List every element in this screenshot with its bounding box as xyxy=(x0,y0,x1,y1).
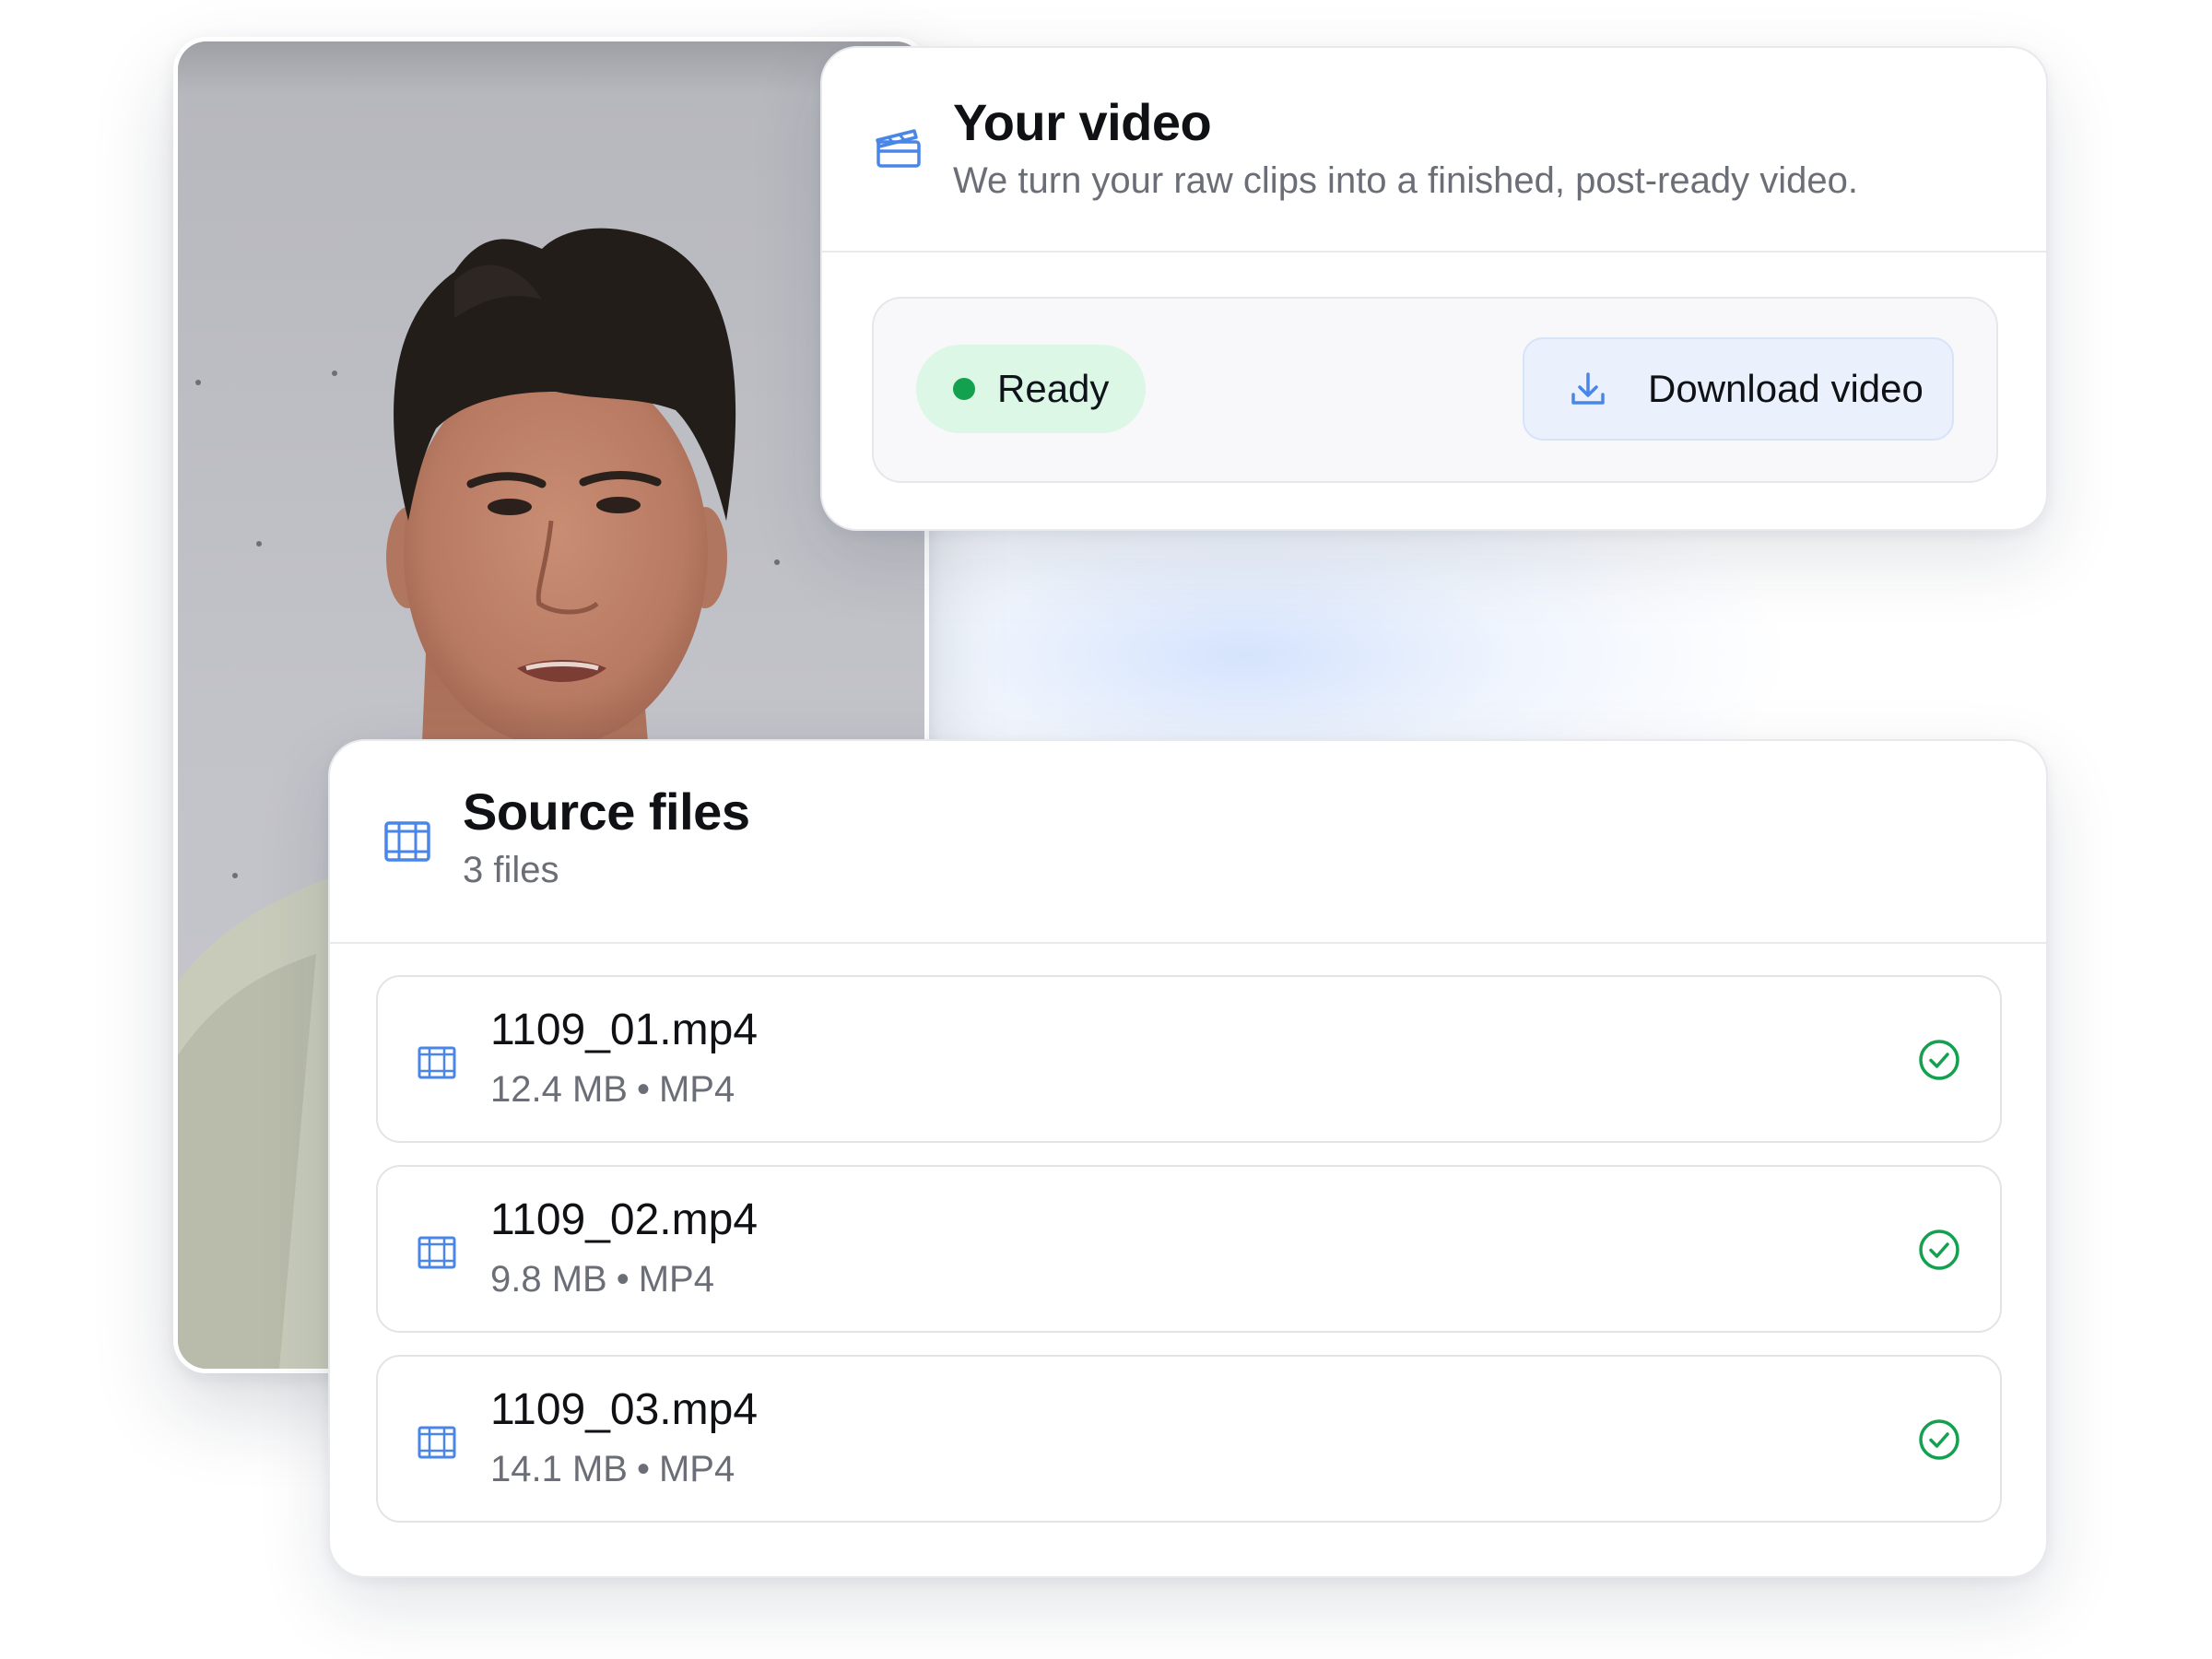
file-list: 1109_01.mp4 12.4 MB • MP4 1109_02.mp4 9.… xyxy=(376,975,2002,1545)
film-icon xyxy=(418,1046,456,1079)
file-format: MP4 xyxy=(658,1449,735,1489)
file-name: 1109_02.mp4 xyxy=(490,1195,759,1244)
source-files-card: Source files 3 files 1109_01.mp4 12.4 MB… xyxy=(328,739,2048,1578)
file-name: 1109_03.mp4 xyxy=(490,1385,759,1434)
download-video-label: Download video xyxy=(1648,367,1924,410)
video-status-panel: Ready Download video xyxy=(872,297,1998,483)
your-video-title: Your video xyxy=(953,93,1212,151)
download-icon xyxy=(1571,372,1605,405)
status-dot-icon xyxy=(953,378,975,400)
check-circle-icon xyxy=(1919,1040,1959,1080)
source-files-title: Source files xyxy=(463,782,750,841)
file-format: MP4 xyxy=(638,1259,714,1300)
file-meta: 12.4 MB • MP4 xyxy=(490,1069,735,1111)
file-size: 12.4 MB xyxy=(490,1069,628,1110)
file-row[interactable]: 1109_03.mp4 14.1 MB • MP4 xyxy=(376,1355,2002,1523)
check-circle-icon xyxy=(1919,1230,1959,1270)
download-video-button[interactable]: Download video xyxy=(1523,337,1954,441)
film-icon xyxy=(418,1426,456,1459)
status-label: Ready xyxy=(997,367,1110,410)
file-row[interactable]: 1109_02.mp4 9.8 MB • MP4 xyxy=(376,1165,2002,1333)
clapperboard-icon xyxy=(876,129,921,168)
source-files-header: Source files 3 files xyxy=(330,741,2046,944)
meta-separator: • xyxy=(636,1449,650,1489)
stage: Your video We turn your raw clips into a… xyxy=(0,0,2212,1659)
file-row[interactable]: 1109_01.mp4 12.4 MB • MP4 xyxy=(376,975,2002,1143)
status-badge: Ready xyxy=(916,345,1147,433)
your-video-card: Your video We turn your raw clips into a… xyxy=(820,46,2048,531)
file-size: 9.8 MB xyxy=(490,1259,607,1300)
your-video-header: Your video We turn your raw clips into a… xyxy=(822,48,2046,253)
meta-separator: • xyxy=(636,1069,650,1110)
file-size: 14.1 MB xyxy=(490,1449,628,1489)
film-icon xyxy=(384,821,430,862)
your-video-subtitle: We turn your raw clips into a finished, … xyxy=(953,160,1858,201)
file-meta: 14.1 MB • MP4 xyxy=(490,1449,735,1490)
file-meta: 9.8 MB • MP4 xyxy=(490,1259,714,1300)
meta-separator: • xyxy=(616,1259,629,1300)
file-format: MP4 xyxy=(658,1069,735,1110)
source-files-count: 3 files xyxy=(463,850,559,890)
film-icon xyxy=(418,1236,456,1269)
check-circle-icon xyxy=(1919,1419,1959,1460)
file-name: 1109_01.mp4 xyxy=(490,1006,759,1054)
